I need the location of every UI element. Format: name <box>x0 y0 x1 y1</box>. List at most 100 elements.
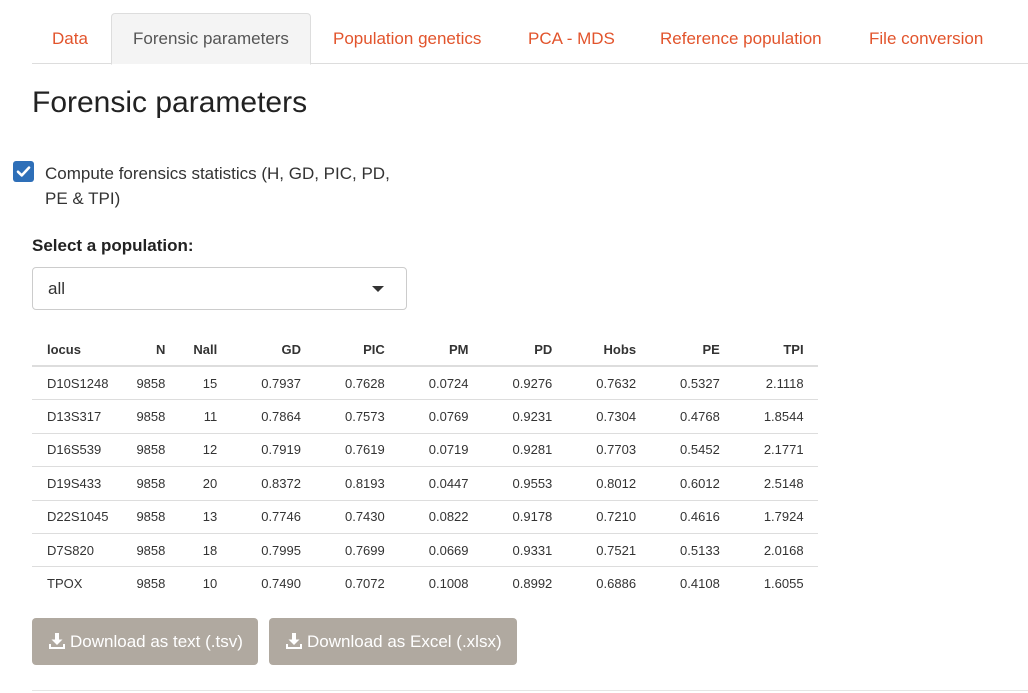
table-cell-pd: 0.9178 <box>482 499 567 534</box>
table-cell-tpi: 1.8544 <box>733 399 818 434</box>
table-cell-nall: 13 <box>179 499 232 534</box>
forensic-stats-table: locus N Nall GD PIC PM PD Hobs PE TPI D1… <box>32 334 818 600</box>
table-cell-pm: 0.0724 <box>428 375 469 391</box>
table-cell-pe: 0.5327 <box>680 375 720 391</box>
table-cell-hobs: 0.7632 <box>596 375 637 391</box>
table-cell-tpi: 2.5148 <box>733 466 818 501</box>
table-row: D19S433 9858 20 0.8372 0.8193 0.0447 0.9553 0.8… <box>32 466 818 501</box>
download-tsv-button[interactable]: Download as text (.tsv) <box>32 618 258 665</box>
table-cell-nall: 10 <box>179 566 232 600</box>
col-header-pd[interactable]: PD <box>482 334 567 367</box>
col-header-n[interactable]: N <box>122 334 180 367</box>
table-cell-tpi: 1.7924 <box>733 499 818 534</box>
table-cell-pic: 0.7072 <box>314 566 399 600</box>
table-cell-gd: 0.7937 <box>261 375 301 391</box>
table-cell-pm: 0.0769 <box>398 399 483 434</box>
table-cell-nall: 11 <box>179 399 232 434</box>
table-cell-n: 9858 <box>136 375 166 391</box>
download-tsv-label: Download as text (.tsv) <box>70 632 243 651</box>
table-cell-n: 9858 <box>122 499 180 534</box>
table-cell-pic: 0.7619 <box>314 432 399 467</box>
table-cell-tpi: 1.6055 <box>733 566 818 600</box>
table-cell-pd: 0.9553 <box>482 466 567 501</box>
table-cell-n: 9858 <box>122 532 180 567</box>
table-row: D16S539 9858 12 0.7919 0.7619 0.0719 0.9281 0.7… <box>32 432 818 467</box>
table-row: TPOX 9858 10 0.7490 0.7072 0.1008 0.8992 0.6886… <box>32 566 818 600</box>
table-cell-gd: 0.7919 <box>231 432 315 467</box>
table-cell-pd: 0.9331 <box>482 532 567 567</box>
col-header-pm[interactable]: PM <box>398 334 483 367</box>
table-cell-gd: 0.7995 <box>231 532 315 567</box>
col-header-tpi[interactable]: TPI <box>733 334 818 367</box>
table-cell-nall: 12 <box>179 432 232 467</box>
table-row: D7S820 9858 18 0.7995 0.7699 0.0669 0.9331 0.75… <box>32 532 818 567</box>
table-cell-pe: 0.6012 <box>650 466 734 501</box>
nav-tabs: Data Forensic parameters Population gene… <box>32 13 1028 65</box>
table-cell-hobs: 0.7210 <box>566 499 651 534</box>
table-row: D10S1248 9858 15 0.7937 0.7628 0.0724 0.9276 0.… <box>32 366 818 400</box>
table-cell-n: 9858 <box>122 466 180 501</box>
page-title: Forensic parameters <box>32 86 308 119</box>
table-cell-locus: D16S539 <box>32 432 123 467</box>
table-cell-pe: 0.4616 <box>650 499 734 534</box>
table-cell-gd: 0.7864 <box>231 399 315 434</box>
table-cell-n: 9858 <box>122 566 180 600</box>
table-cell-pm: 0.0822 <box>398 499 483 534</box>
table-cell-n: 9858 <box>122 432 180 467</box>
table-cell-pic: 0.7628 <box>344 375 385 391</box>
table-cell-locus: D19S433 <box>32 466 123 501</box>
table-cell-gd: 0.7490 <box>231 566 315 600</box>
table-cell-hobs: 0.7521 <box>566 532 651 567</box>
download-xlsx-label: Download as Excel (.xlsx) <box>307 632 502 651</box>
table-cell-locus: D22S1045 <box>32 499 123 534</box>
tab-reference-population[interactable]: Reference population <box>660 13 822 64</box>
table-cell-hobs: 0.7304 <box>566 399 651 434</box>
col-header-pic[interactable]: PIC <box>314 334 399 367</box>
table-row: D22S1045 9858 13 0.7746 0.7430 0.0822 0.9178 0.… <box>32 499 818 534</box>
tab-pca-mds[interactable]: PCA - MDS <box>528 13 615 64</box>
forensics-checkbox[interactable] <box>13 161 34 182</box>
table-cell-pm: 0.0669 <box>398 532 483 567</box>
table-cell-hobs: 0.6886 <box>566 566 651 600</box>
tab-forensic-parameters[interactable]: Forensic parameters <box>111 13 311 65</box>
tab-data[interactable]: Data <box>52 13 88 64</box>
col-header-hobs[interactable]: Hobs <box>566 334 651 367</box>
forensics-checkbox-label[interactable]: Compute forensics statistics (H, GD, PIC… <box>45 161 415 211</box>
table-row: D13S317 9858 11 0.7864 0.7573 0.0769 0.9231 0.7… <box>32 399 818 434</box>
col-header-nall[interactable]: Nall <box>179 334 232 367</box>
table-cell-gd: 0.8372 <box>231 466 315 501</box>
table-cell-pic: 0.8193 <box>314 466 399 501</box>
table-cell-locus: D10S1248 <box>47 375 109 391</box>
table-cell-pm: 0.0447 <box>398 466 483 501</box>
table-cell-gd: 0.7746 <box>231 499 315 534</box>
tab-population-genetics[interactable]: Population genetics <box>333 13 481 64</box>
table-header-row: locus N Nall GD PIC PM PD Hobs PE TPI <box>32 334 818 367</box>
col-header-gd[interactable]: GD <box>231 334 315 367</box>
table-cell-locus: D7S820 <box>32 532 123 567</box>
table-cell-nall: 15 <box>202 375 218 391</box>
table-cell-pm: 0.1008 <box>398 566 483 600</box>
download-xlsx-button[interactable]: Download as Excel (.xlsx) <box>269 618 517 665</box>
col-header-pe[interactable]: PE <box>650 334 734 367</box>
table-cell-pe: 0.4768 <box>650 399 734 434</box>
table-cell-hobs: 0.8012 <box>566 466 651 501</box>
population-select-value: all <box>48 279 66 298</box>
table-cell-tpi: 2.1771 <box>733 432 818 467</box>
table-cell-pe: 0.4108 <box>650 566 734 600</box>
population-select[interactable]: all <box>32 267 407 310</box>
table-cell-pd: 0.9276 <box>512 375 553 391</box>
col-header-locus[interactable]: locus <box>32 334 123 367</box>
bottom-divider <box>32 690 1028 691</box>
table-cell-n: 9858 <box>122 399 180 434</box>
table-cell-pe: 0.5133 <box>650 532 734 567</box>
table-cell-pd: 0.8992 <box>482 566 567 600</box>
download-icon <box>49 632 65 649</box>
population-select-label: Select a population: <box>32 236 194 255</box>
table-cell-nall: 18 <box>179 532 232 567</box>
table-cell-pd: 0.9281 <box>482 432 567 467</box>
table-cell-nall: 20 <box>179 466 232 501</box>
tab-file-conversion[interactable]: File conversion <box>869 13 983 64</box>
table-cell-pic: 0.7573 <box>314 399 399 434</box>
table-cell-hobs: 0.7703 <box>566 432 651 467</box>
table-cell-tpi: 2.1118 <box>765 375 804 391</box>
